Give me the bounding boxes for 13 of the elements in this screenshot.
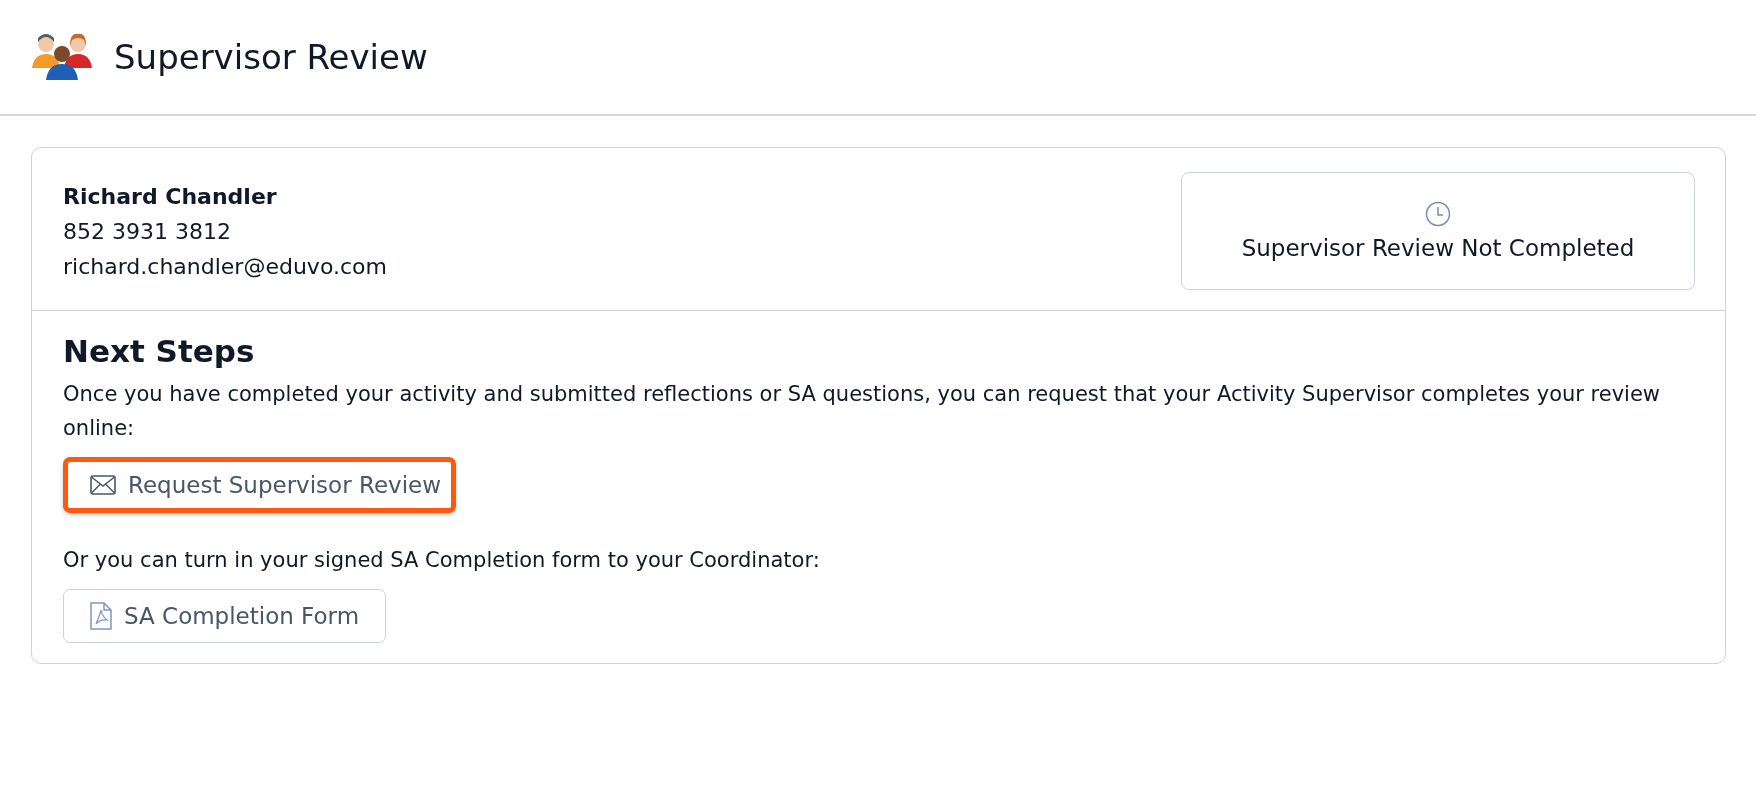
page-title: Supervisor Review [114,37,428,77]
contact-name: Richard Chandler [63,182,278,211]
form-button[interactable]: SA Completion Form [63,589,387,643]
request-button[interactable]: Request Supervisor Review [63,457,456,513]
instruction-text: Or you can turn in your signed SA Completion form to your Coordinator: [63,547,821,574]
contact-phone: 852 3931 3812 [63,217,232,246]
instruction-text: Once you have completed your activity and submitted reflections or SA questions, you can request that your Activity Supervisor completes your review online: [63,381,1662,442]
contact-email: richard.chandler@eduvo.com [63,252,387,281]
envelope-icon [90,475,116,495]
pdf-file-icon [90,602,112,630]
status-text: Supervisor Review Not Completed [1241,235,1635,261]
section-heading: Next Steps [63,333,256,369]
clock-icon [1425,201,1451,227]
